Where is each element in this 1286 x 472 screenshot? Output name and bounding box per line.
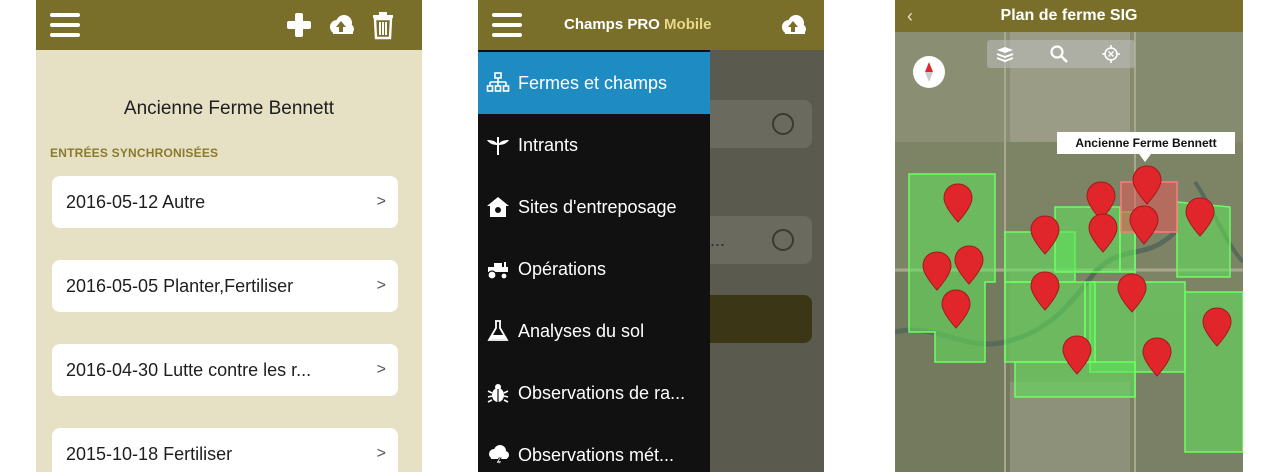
farm-entries-screen: Ancienne Ferme Bennett ENTRÉES SYNCHRONI… bbox=[36, 0, 422, 472]
chevron-right-icon: > bbox=[376, 277, 386, 294]
section-label: ENTRÉES SYNCHRONISÉES bbox=[50, 146, 219, 160]
screenshot-collage: Ancienne Ferme Bennett ENTRÉES SYNCHRONI… bbox=[0, 0, 1286, 472]
tractor-icon bbox=[487, 262, 508, 280]
cloud-upload-icon[interactable] bbox=[326, 10, 356, 40]
app-title-main: Champs PRO bbox=[564, 16, 660, 33]
trash-icon[interactable] bbox=[368, 10, 398, 40]
menu-item-farms-fields[interactable]: Fermes et champs bbox=[478, 52, 710, 114]
entry-row[interactable]: 2015-10-18 Fertiliser > bbox=[52, 428, 398, 472]
layers-icon[interactable] bbox=[995, 45, 1015, 63]
chevron-right-icon: > bbox=[376, 361, 386, 378]
top-app-bar bbox=[36, 0, 422, 50]
menu-item-inputs[interactable]: Intrants bbox=[478, 114, 710, 176]
menu-icon[interactable] bbox=[50, 13, 80, 37]
callout-label: Ancienne Ferme Bennett bbox=[1075, 136, 1217, 150]
chevron-down-icon bbox=[772, 229, 794, 251]
menu-item-label: Observations mét... bbox=[518, 445, 675, 465]
callout-pointer bbox=[1139, 154, 1151, 162]
entry-row[interactable]: 2016-05-05 Planter,Fertiliser > bbox=[52, 260, 398, 312]
map-toolbar bbox=[987, 40, 1135, 68]
menu-item-storage-sites[interactable]: Sites d'entreposage bbox=[478, 176, 710, 238]
farm-callout[interactable]: Ancienne Ferme Bennett bbox=[1057, 132, 1235, 154]
menu-item-label: Sites d'entreposage bbox=[518, 197, 677, 217]
weather-icon bbox=[489, 445, 509, 467]
menu-item-weather-observations[interactable]: Observations mét... bbox=[478, 424, 710, 472]
sprout-icon bbox=[487, 137, 509, 155]
menu-icon[interactable] bbox=[492, 13, 522, 37]
hierarchy-icon bbox=[486, 72, 510, 92]
entry-label: 2016-04-30 Lutte contre les r... bbox=[66, 360, 312, 380]
menu-item-label: Intrants bbox=[518, 135, 579, 155]
menu-item-label: Fermes et champs bbox=[518, 73, 668, 93]
entry-row[interactable]: 2016-05-12 Autre > bbox=[52, 176, 398, 228]
chevron-down-icon bbox=[772, 113, 794, 135]
page-title: Plan de ferme SIG bbox=[1000, 7, 1138, 24]
entries-panel: Ancienne Ferme Bennett ENTRÉES SYNCHRONI… bbox=[36, 50, 422, 472]
search-icon[interactable] bbox=[1049, 44, 1069, 64]
flask-icon bbox=[487, 320, 509, 341]
menu-item-soil-tests[interactable]: Analyses du sol bbox=[478, 300, 710, 362]
chevron-right-icon: > bbox=[376, 445, 386, 462]
menu-item-pest-observations[interactable]: Observations de ra... bbox=[478, 362, 710, 424]
top-app-bar: ‹ Plan de ferme SIG bbox=[895, 0, 1243, 32]
cloud-upload-icon[interactable] bbox=[778, 10, 808, 40]
entry-label: 2016-05-05 Planter,Fertiliser bbox=[66, 276, 294, 296]
house-icon bbox=[487, 197, 509, 217]
chevron-right-icon: > bbox=[376, 193, 386, 210]
menu-item-operations[interactable]: Opérations bbox=[478, 238, 710, 300]
compass-button[interactable] bbox=[913, 56, 945, 88]
menu-item-label: Observations de ra... bbox=[518, 383, 686, 403]
entry-label: 2016-05-12 Autre bbox=[66, 192, 206, 212]
bug-icon bbox=[487, 384, 509, 403]
locate-icon[interactable] bbox=[1101, 44, 1121, 64]
entry-row[interactable]: 2016-04-30 Lutte contre les r... > bbox=[52, 344, 398, 396]
app-title-accent: Mobile bbox=[664, 16, 712, 33]
app-title: Champs PRO Mobile bbox=[564, 0, 712, 50]
gis-map-screen: ‹ Plan de ferme SIG Ancienne Ferme Benne… bbox=[895, 0, 1243, 472]
menu-item-label: Analyses du sol bbox=[518, 321, 645, 341]
satellite-map[interactable] bbox=[895, 32, 1243, 472]
farm-title: Ancienne Ferme Bennett bbox=[123, 98, 335, 119]
add-icon[interactable] bbox=[284, 10, 314, 40]
entry-label: 2015-10-18 Fertiliser bbox=[66, 444, 233, 464]
menu-item-label: Opérations bbox=[518, 259, 607, 279]
navigation-drawer-screen: Champs PRO Mobile o) ett... bbox=[478, 0, 824, 472]
top-app-bar: Champs PRO Mobile bbox=[478, 0, 824, 50]
navigation-drawer: Fermes et champs Intrants Sites d'entrep… bbox=[478, 50, 710, 472]
compass-icon bbox=[925, 62, 933, 82]
